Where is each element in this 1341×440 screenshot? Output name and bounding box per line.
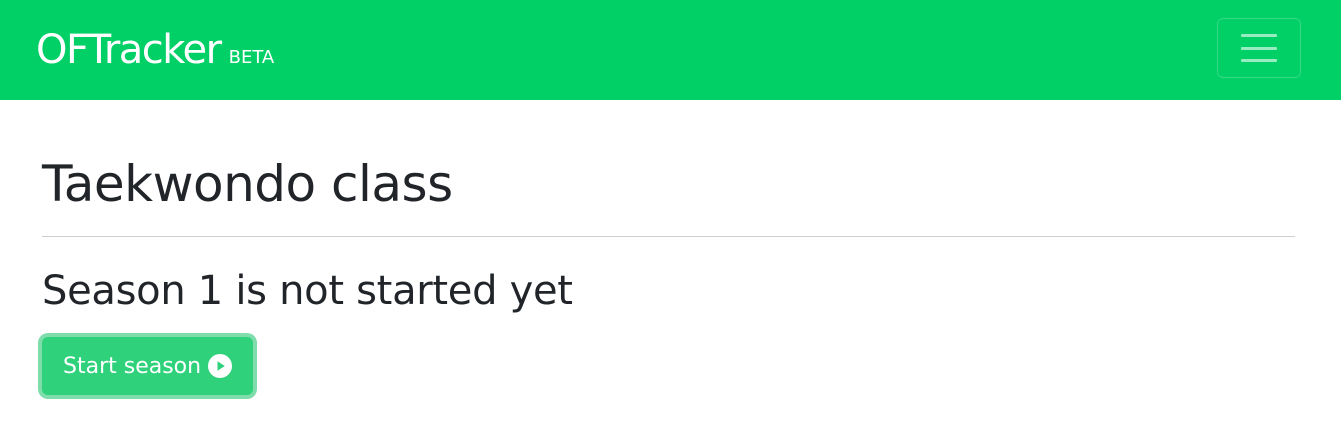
navbar-toggler-button[interactable] bbox=[1217, 18, 1301, 78]
start-season-label: Start season bbox=[63, 353, 202, 379]
beta-badge: BETA bbox=[228, 47, 275, 68]
brand-name: OFTracker bbox=[36, 27, 222, 73]
brand-link[interactable]: OFTracker BETA bbox=[36, 26, 274, 74]
season-status-heading: Season 1 is not started yet bbox=[42, 268, 573, 314]
main-content: Taekwondo class Season 1 is not started … bbox=[42, 100, 1295, 395]
start-season-button[interactable]: Start season bbox=[42, 337, 254, 395]
hamburger-menu-icon bbox=[1241, 34, 1277, 62]
page-title: Taekwondo class bbox=[42, 155, 453, 213]
title-divider bbox=[42, 236, 1295, 237]
top-navbar: OFTracker BETA bbox=[0, 0, 1341, 100]
play-circle-icon bbox=[208, 354, 233, 378]
